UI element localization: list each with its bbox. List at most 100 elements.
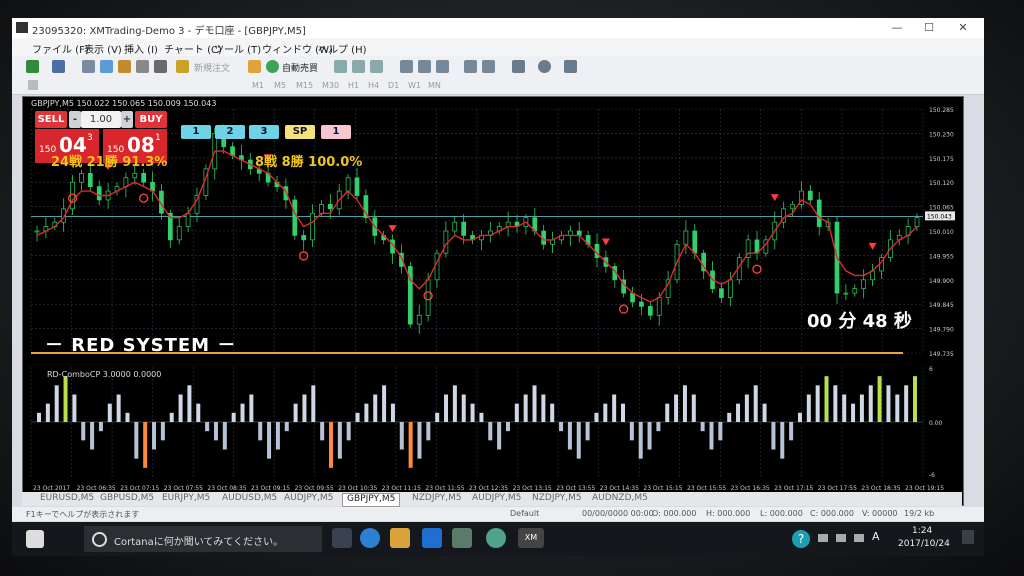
chart-shift-icon[interactable] [464,60,477,73]
timeframe-toolbar: M1 M5 M15 M30 H1 H4 D1 W1 MN [12,78,984,95]
tab-nzdjpy[interactable]: NZDJPY,M5 [408,493,466,505]
clock-date[interactable]: 2017/10/24 [898,539,950,549]
task-view-icon[interactable] [332,528,352,548]
indicator-bar [337,422,342,459]
lot-decrease-button[interactable]: - [69,111,81,128]
new-order-button[interactable]: 新規注文 [194,61,230,74]
market-watch-icon[interactable] [82,60,95,73]
indicator-bar [886,385,891,422]
minimize-button[interactable]: — [882,18,912,38]
new-chart-icon[interactable] [26,60,39,73]
price-tick-label: 150.065 [929,205,954,212]
menu-view[interactable]: 表示 (V) [84,41,122,56]
tab-nzdjpy-2[interactable]: NZDJPY,M5 [528,493,586,505]
notification-center-icon[interactable] [962,530,974,544]
indicator-bar [196,403,201,422]
timeframe-m1[interactable]: M1 [252,81,264,90]
cursor-icon[interactable] [28,80,38,90]
indicator-bar [373,394,378,422]
tab-audnzd[interactable]: AUDNZD,M5 [588,493,652,505]
bar-chart-icon[interactable] [334,60,347,73]
autoscroll-icon[interactable] [482,60,495,73]
network-icon[interactable] [836,534,846,542]
indicator-bar [523,394,528,422]
file-explorer-icon[interactable] [390,528,410,548]
close-button[interactable]: ✕ [948,18,978,38]
templates-icon[interactable] [564,60,577,73]
tab-audjpy[interactable]: AUDJPY,M5 [280,493,337,505]
chart-window[interactable]: 150.285 150.230 150.175 150.120 150.065 150.0… [22,96,964,506]
lot-increase-button[interactable]: + [121,111,133,128]
menu-file[interactable]: ファイル (F) [32,41,89,56]
sell-button[interactable]: SELL [35,111,67,128]
new-order-icon[interactable] [176,60,189,73]
ime-indicator[interactable]: A [872,530,880,543]
photos-icon[interactable] [452,528,472,548]
candle-chart-icon[interactable] [352,60,365,73]
level-button-1[interactable]: 1 [181,125,211,139]
tile-windows-icon[interactable] [436,60,449,73]
time-axis-label: 23 Oct 14:35 [600,485,639,492]
store-icon[interactable] [422,528,442,548]
xm-terminal-taskbar-icon[interactable]: XM [518,528,544,548]
profiles-icon[interactable] [52,60,65,73]
indicator-bar [382,385,387,422]
help-icon[interactable]: ? [792,530,810,548]
buy-button[interactable]: BUY [135,111,167,128]
data-window-icon[interactable] [100,60,113,73]
lot-input[interactable]: 1.00 [81,111,121,128]
level-button-2[interactable]: 2 [215,125,245,139]
auto-trade-button[interactable]: 自動売買 [282,61,318,74]
indicator-bar [532,385,537,422]
windows-start-icon[interactable] [26,530,44,548]
menu-insert[interactable]: 挿入 (I) [124,41,158,56]
auto-trade-icon[interactable] [266,60,279,73]
tab-eurusd[interactable]: EURUSD,M5 [36,493,98,505]
timeframe-d1[interactable]: D1 [388,81,399,90]
edge-browser-icon[interactable] [360,528,380,548]
timeframe-mn[interactable]: MN [428,81,441,90]
navigator-icon[interactable] [118,60,131,73]
cortana-placeholder: Cortanaに何か聞いてみてください。 [114,537,284,548]
level-button-sp[interactable]: SP [285,125,315,139]
tab-eurjpy[interactable]: EURJPY,M5 [158,493,214,505]
people-icon[interactable] [818,534,828,542]
periods-icon[interactable] [538,60,551,73]
indicator-bar [293,403,298,422]
tab-gbpjpy[interactable]: GBPJPY,M5 [342,493,401,507]
timeframe-m15[interactable]: M15 [296,81,313,90]
level-button-3[interactable]: 3 [249,125,279,139]
speaker-icon[interactable] [854,534,864,542]
candle-body [434,252,440,281]
indicator-bar [355,412,360,422]
tester-icon[interactable] [154,60,167,73]
menu-help[interactable]: ヘルプ (H) [318,41,367,56]
zoom-in-icon[interactable] [400,60,413,73]
maximize-button[interactable]: ☐ [914,18,944,38]
zoom-out-icon[interactable] [418,60,431,73]
terminal-icon[interactable] [136,60,149,73]
clock-time[interactable]: 1:24 [912,526,932,536]
indicators-icon[interactable] [512,60,525,73]
menu-tools[interactable]: ツール (T) [214,41,261,56]
indicator-bar [700,422,705,432]
timeframe-m5[interactable]: M5 [274,81,286,90]
indicator-bar [488,422,493,441]
tab-gbpusd[interactable]: GBPUSD,M5 [96,493,158,505]
timeframe-h4[interactable]: H4 [368,81,379,90]
time-axis-label: 23 Oct 13:55 [556,485,595,492]
timeframe-w1[interactable]: W1 [408,81,421,90]
level-button-close[interactable]: 1 [321,125,351,139]
indicator-bar [311,385,316,422]
cortana-search-box[interactable]: Cortanaに何か聞いてみてください。 [84,526,322,552]
tab-audusd[interactable]: AUDUSD,M5 [218,493,281,505]
timeframe-h1[interactable]: H1 [348,81,359,90]
metaeditor-icon[interactable] [248,60,261,73]
app-icon-mt4-alt[interactable] [486,528,506,548]
tab-audjpy-2[interactable]: AUDJPY,M5 [468,493,525,505]
timeframe-m30[interactable]: M30 [322,81,339,90]
candle-body [425,279,431,316]
indicator-bar [877,376,882,422]
candle-body [96,186,102,201]
line-chart-icon[interactable] [370,60,383,73]
